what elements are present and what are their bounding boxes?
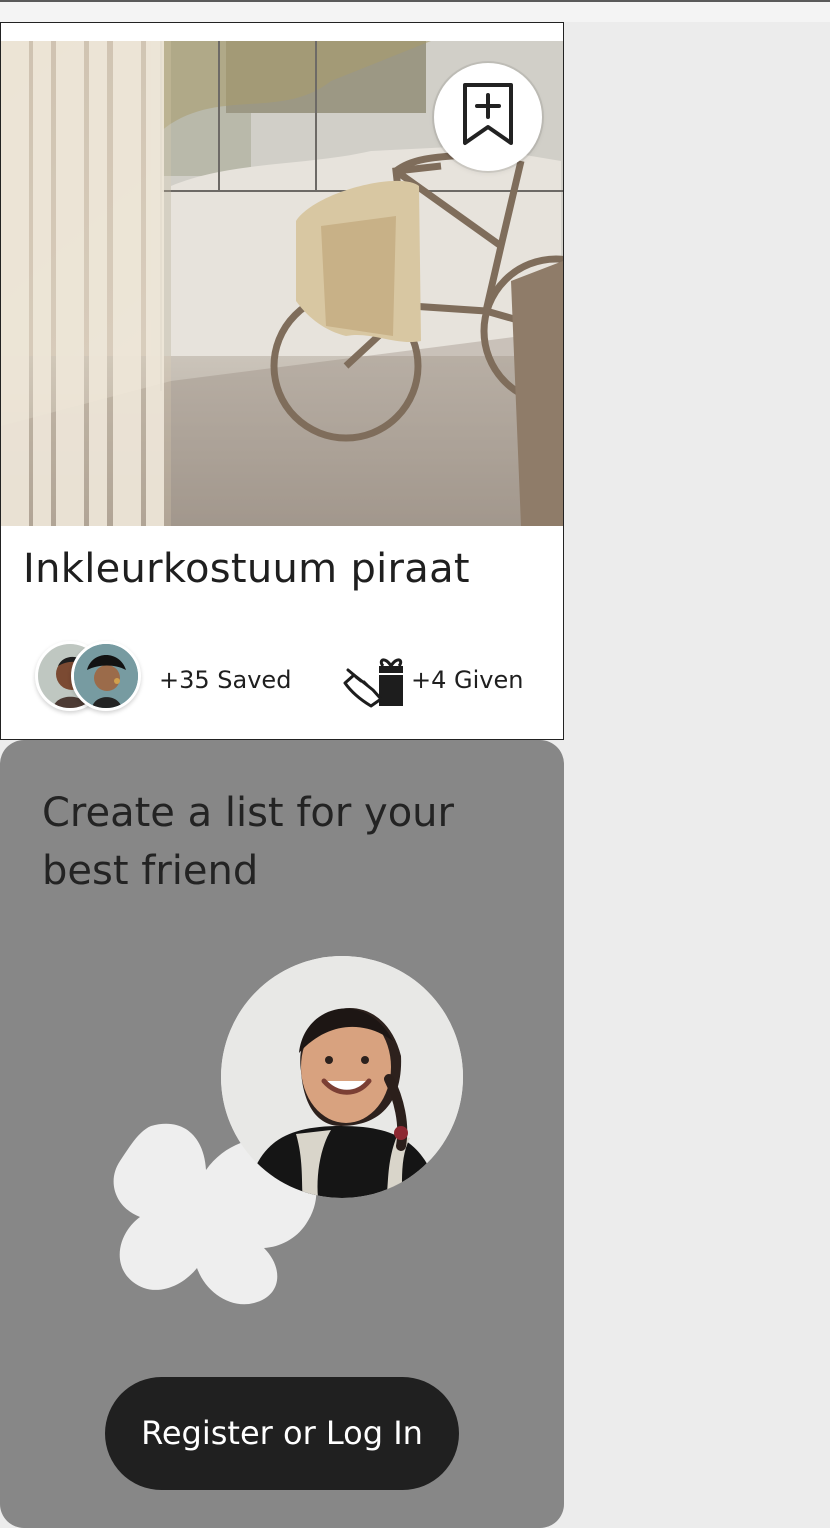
wishlist-card[interactable]: Inkleurkostuum piraat +35 Saved +4 Given [0,22,564,740]
card-title: Inkleurkostuum piraat [23,546,470,592]
bookmark-plus-icon [461,81,515,153]
gift-hand-icon [343,654,407,708]
bike-room-photo [1,41,563,526]
promo-title: Create a list for your best friend [42,790,454,894]
create-list-promo: Create a list for your best friend Regis… [0,740,564,1528]
woman-portrait [221,956,463,1198]
saved-avatars [35,641,147,715]
given-count: +4 Given [411,666,524,694]
save-bookmark-button[interactable] [434,63,542,171]
top-bar-strip [0,0,830,22]
user-avatar-2 [71,641,141,711]
saved-count: +35 Saved [159,666,292,694]
register-login-button[interactable]: Register or Log In [105,1377,459,1490]
